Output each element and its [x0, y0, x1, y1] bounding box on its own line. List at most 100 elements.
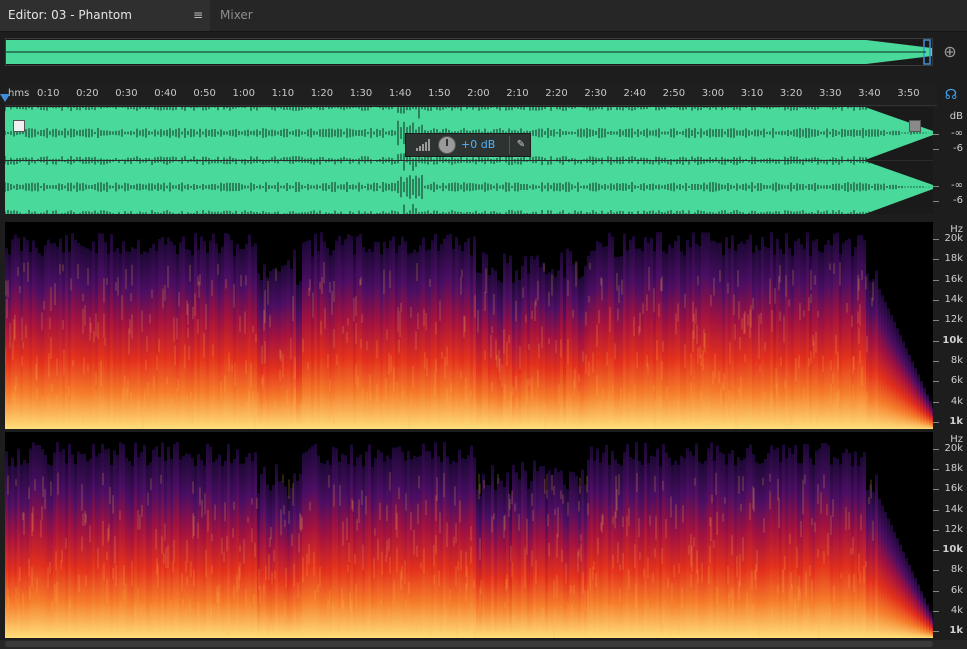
playhead-marker[interactable]	[0, 94, 10, 102]
frequency-tick	[933, 509, 939, 511]
frequency-tick	[933, 469, 939, 471]
frequency-tick	[933, 401, 939, 403]
tab-mixer[interactable]: Mixer	[212, 0, 282, 31]
frequency-label: 18k	[944, 253, 963, 265]
frequency-label: 12k	[944, 314, 963, 326]
frequency-label: 8k	[950, 564, 963, 576]
frequency-label: 6k	[950, 375, 963, 387]
tab-mixer-label: Mixer	[220, 8, 253, 22]
frequency-tick	[933, 340, 939, 342]
ruler-tick-label: 3:30	[819, 88, 842, 99]
frequency-label: 18k	[944, 463, 963, 475]
frequency-label: 20k	[944, 443, 963, 454]
frequency-tick	[933, 529, 939, 531]
frequency-label: 4k	[950, 604, 963, 616]
ruler-tick-label: 1:20	[310, 88, 334, 99]
channel-divider	[5, 160, 933, 161]
frequency-tick	[933, 320, 939, 322]
frequency-label: 4k	[950, 395, 963, 407]
frequency-label: 8k	[950, 355, 963, 366]
fade-out-handle[interactable]	[909, 120, 921, 132]
frequency-tick	[933, 631, 939, 632]
gain-value[interactable]: +0 dB	[461, 138, 495, 151]
overview-navigator[interactable]	[5, 38, 933, 66]
scale-tick	[933, 201, 939, 202]
spectral-display-left[interactable]	[5, 222, 933, 429]
ruler-tick-label: 0:50	[193, 88, 216, 99]
fade-in-handle[interactable]	[13, 120, 25, 132]
ruler-tick-label: 3:40	[858, 88, 881, 99]
ruler-tick-label: 0:10	[37, 88, 60, 99]
ruler-tick-label: 0:40	[154, 88, 177, 99]
scale-tick	[933, 149, 939, 150]
ruler-tick-label: 0:20	[76, 88, 99, 99]
ruler-tick-label: 1:30	[349, 88, 373, 99]
frequency-tick	[933, 259, 939, 261]
horizontal-scrollbar[interactable]	[0, 640, 967, 649]
frequency-label: 16k	[944, 483, 963, 495]
db-inf-bottom: -∞	[951, 180, 963, 191]
ruler-tick-label: 2:40	[623, 88, 646, 99]
spectral-display-right[interactable]	[5, 432, 933, 638]
frequency-tick	[933, 361, 939, 362]
frequency-label: 16k	[944, 273, 963, 285]
db-minus6-bottom: -6	[953, 195, 963, 206]
spectrogram-left	[5, 232, 933, 429]
frequency-tick	[933, 590, 939, 592]
frequency-tick	[933, 239, 939, 240]
ruler-tick-label: 2:10	[506, 88, 529, 99]
ruler-tick-label: 3:10	[740, 88, 764, 99]
frequency-tick	[933, 279, 939, 281]
frequency-tick	[933, 550, 939, 552]
editor-tab-bar: Editor: 03 - Phantom Highway.mp3 ≡ Mixer	[0, 0, 967, 53]
scale-tick	[933, 186, 939, 187]
ruler-tick-label: 1:10	[271, 88, 295, 99]
frequency-tick	[933, 489, 939, 491]
frequency-label: 1k	[949, 416, 963, 427]
hud-separator	[509, 136, 510, 154]
level-bars-icon	[416, 139, 430, 151]
db-unit-label: dB	[949, 111, 963, 122]
ruler-tick-label: 3:20	[779, 88, 803, 99]
overview-waveform	[6, 39, 932, 65]
frequency-tick	[933, 422, 939, 423]
hamburger-icon[interactable]: ≡	[191, 0, 205, 31]
ruler-tick-label: 3:50	[897, 88, 920, 99]
ruler-tick-label: 2:20	[545, 88, 568, 99]
ruler-tick-label: 2:00	[467, 88, 490, 99]
frequency-label: 14k	[944, 294, 963, 305]
ruler-tick-label: 3:00	[701, 88, 725, 99]
frequency-tick	[933, 449, 939, 450]
frequency-tick	[933, 570, 939, 572]
gain-hud[interactable]: +0 dB ✎	[405, 133, 531, 157]
frequency-label: 1k	[949, 625, 963, 636]
tab-editor[interactable]: Editor: 03 - Phantom Highway.mp3	[0, 0, 210, 53]
zoom-navigator-icon[interactable]: ⊕	[939, 41, 961, 63]
frequency-label: 20k	[944, 233, 963, 244]
volume-knob-icon[interactable]	[438, 136, 456, 154]
ruler-tick-label: 1:40	[388, 88, 412, 99]
frequency-label: 12k	[944, 523, 963, 535]
ruler-unit: hms	[8, 88, 30, 99]
ruler-tick-label: 2:50	[662, 88, 686, 99]
ruler-tick-label: 1:50	[428, 88, 451, 99]
ruler-tick-label: 1:00	[232, 88, 255, 99]
db-inf-top: -∞	[951, 128, 963, 139]
spectrogram-right	[5, 442, 933, 638]
db-minus6-top: -6	[953, 143, 963, 154]
headphones-icon[interactable]: ☊	[942, 86, 960, 104]
frequency-tick	[933, 381, 939, 383]
pin-icon[interactable]: ✎	[514, 137, 528, 153]
scrollbar-thumb[interactable]	[5, 641, 933, 647]
scale-tick	[933, 134, 939, 135]
ruler-tick-label: 0:30	[115, 88, 138, 99]
frequency-scale-right: Hz 20k 18k 16k 14k 12k 10k 8k 6k 4k 1k	[933, 432, 967, 638]
frequency-label: 10k	[942, 334, 963, 346]
frequency-label: 6k	[950, 584, 963, 596]
amplitude-scale: dB -∞ -6 -∞ -6	[933, 107, 967, 214]
frequency-tick	[933, 300, 939, 301]
frequency-label: 10k	[942, 544, 963, 556]
frequency-tick	[933, 610, 939, 612]
ruler-tick-label: 2:30	[584, 88, 607, 99]
timeline-ruler[interactable]: hms 0:10 0:20 0:30 0:40 0:50 1:00 1:10 1:20 1:30…	[5, 85, 937, 106]
